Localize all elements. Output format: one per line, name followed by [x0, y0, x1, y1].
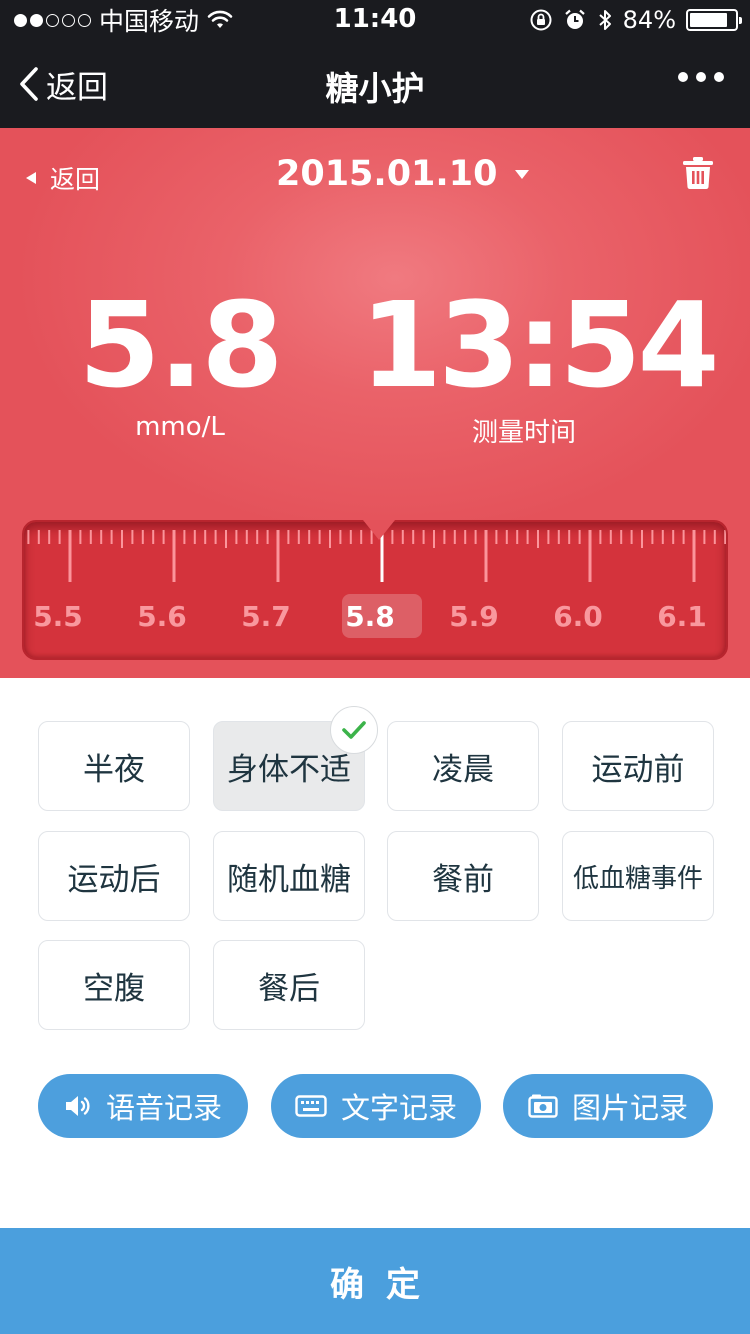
- nav-bar: 返回 糖小护: [0, 40, 750, 128]
- measure-time[interactable]: 13:54 测量时间: [360, 276, 720, 449]
- voice-record-button[interactable]: 语音记录: [38, 1074, 248, 1138]
- ruler-tick-label: 6.1: [657, 600, 707, 633]
- ruler-pointer-icon: [363, 520, 395, 540]
- bluetooth-icon: [598, 10, 611, 30]
- value-ruler[interactable]: 5.5 5.6 5.7 5.8 5.9 6.0 6.1: [22, 520, 728, 660]
- ruler-tick-label: 5.8: [345, 600, 395, 633]
- glucose-reading: 5.8 mmo/L: [60, 286, 300, 442]
- battery-icon: [686, 9, 742, 31]
- ruler-ticks: [27, 530, 726, 582]
- image-record-label: 图片记录: [571, 1091, 688, 1125]
- tag-option[interactable]: 空腹: [38, 940, 190, 1030]
- page-title: 糖小护: [325, 69, 425, 108]
- tag-option[interactable]: 凌晨: [387, 721, 539, 811]
- voice-record-label: 语音记录: [105, 1091, 222, 1125]
- status-right: 84%: [529, 5, 742, 35]
- caret-down-icon: [515, 169, 530, 179]
- reading-header: 返回 2015.01.10 5.8 mmo/L 13:54 测量时间 5.5 5.…: [0, 128, 750, 678]
- check-icon: [342, 721, 366, 739]
- tag-option[interactable]: 餐后: [213, 940, 365, 1030]
- caret-left-icon: [26, 172, 36, 184]
- tag-option[interactable]: 随机血糖: [213, 831, 365, 921]
- selected-check-badge: [330, 706, 378, 754]
- header-back-label: 返回: [50, 165, 101, 194]
- status-bar: 中国移动 11:40 84%: [0, 0, 750, 40]
- tag-option[interactable]: 运动后: [38, 831, 190, 921]
- glucose-unit: mmo/L: [135, 412, 225, 442]
- ruler-tick-label: 5.9: [449, 600, 499, 633]
- tag-option[interactable]: 低血糖事件: [562, 831, 714, 921]
- date-picker[interactable]: 2015.01.10: [276, 154, 530, 194]
- ruler-tick-label: 5.5: [33, 600, 83, 633]
- measure-time-value: 13:54: [360, 276, 720, 414]
- tag-option[interactable]: 运动前: [562, 721, 714, 811]
- tag-option[interactable]: 半夜: [38, 721, 190, 811]
- camera-icon: [528, 1094, 558, 1118]
- header-back-button[interactable]: 返回: [26, 160, 100, 196]
- trash-icon[interactable]: [682, 156, 714, 190]
- alarm-icon: [564, 9, 585, 29]
- ruler-tick-label: 5.6: [137, 600, 187, 633]
- speaker-icon: [65, 1096, 90, 1116]
- measure-time-label: 测量时间: [471, 418, 576, 448]
- battery-percent: 84%: [622, 6, 676, 34]
- glucose-value: 5.8: [78, 276, 283, 414]
- text-record-button[interactable]: 文字记录: [271, 1074, 481, 1138]
- ruler-tick-label: 6.0: [553, 600, 603, 633]
- orientation-lock-icon: [530, 9, 552, 31]
- date-value: 2015.01.10: [276, 154, 498, 194]
- confirm-button[interactable]: 确定: [0, 1228, 750, 1334]
- more-dots-icon[interactable]: [678, 72, 724, 82]
- tag-option[interactable]: 餐前: [387, 831, 539, 921]
- keyboard-icon: [295, 1095, 327, 1117]
- text-record-label: 文字记录: [340, 1091, 457, 1125]
- ruler-tick-label: 5.7: [241, 600, 291, 633]
- image-record-button[interactable]: 图片记录: [503, 1074, 713, 1138]
